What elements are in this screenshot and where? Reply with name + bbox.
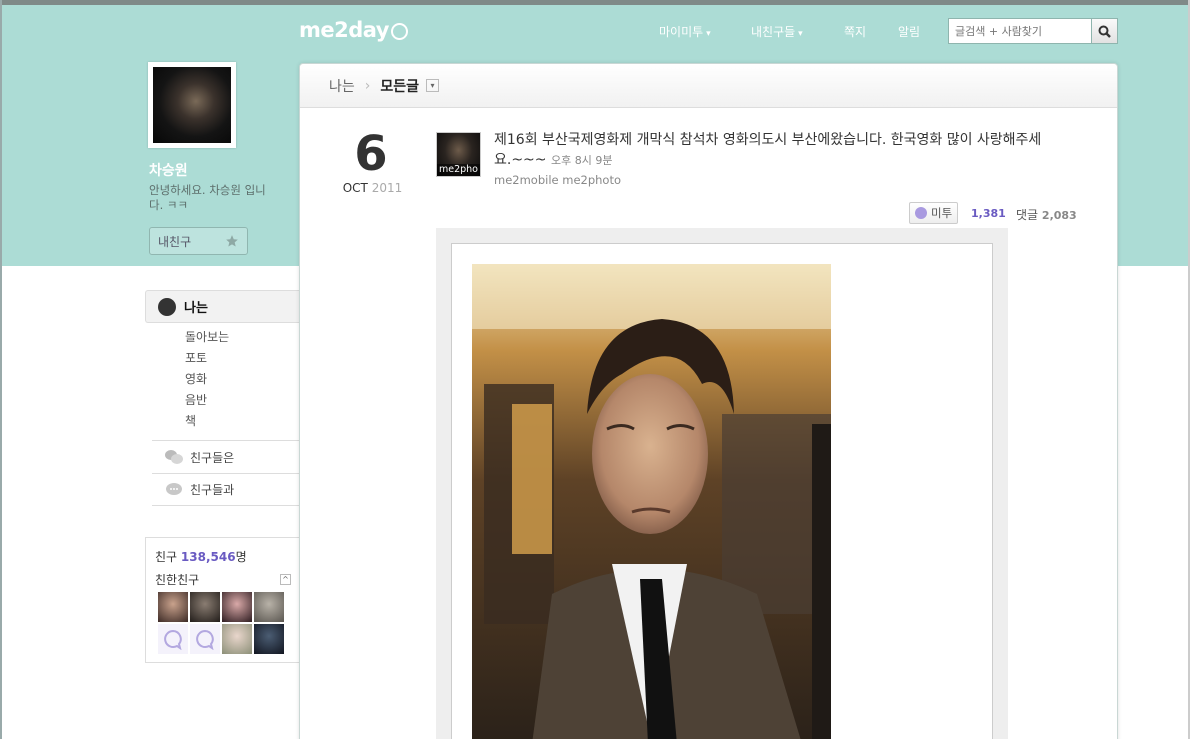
menu-main-label: 나는	[184, 301, 208, 316]
chat-bubble-icon	[164, 482, 184, 498]
main-panel: 나는 › 모든글 ▾ 6 OCT 2011 me2pho 제16회 부산국제영화…	[299, 63, 1118, 739]
nav-my-friends[interactable]: 내친구들 ▾	[751, 23, 803, 40]
search-input[interactable]	[948, 18, 1091, 44]
friend-avatar[interactable]	[222, 592, 252, 622]
breadcrumb-me[interactable]: 나는	[329, 76, 355, 96]
breadcrumb: 나는 › 모든글 ▾	[300, 64, 1117, 108]
logo-text: me2day	[299, 18, 389, 42]
post-body: 제16회 부산국제영화제 개막식 참석차 영화의도시 부산에왔습니다. 한국영화…	[494, 130, 1084, 171]
metoo-bubble-icon	[915, 207, 927, 219]
collapse-button[interactable]: ^	[280, 574, 291, 585]
post-author-avatar[interactable]: me2pho	[436, 132, 481, 177]
menu-item-friends-are[interactable]: 친구들은	[152, 440, 300, 473]
close-friends-label: 친한친구	[155, 573, 200, 587]
add-friend-button[interactable]: 내친구	[149, 227, 248, 255]
menu-sub-item-book[interactable]: 책	[185, 411, 300, 432]
menu-sub-item-photo[interactable]: 포토	[185, 348, 300, 369]
menu-sub-item-album[interactable]: 음반	[185, 390, 300, 411]
metoo-button[interactable]: 미투	[909, 202, 959, 224]
post-time[interactable]: 오후 8시 9분	[551, 154, 612, 167]
friend-avatar-placeholder[interactable]	[158, 624, 188, 654]
nav-label: 알림	[898, 25, 921, 39]
breadcrumb-dropdown-button[interactable]: ▾	[426, 79, 440, 92]
friend-avatar[interactable]	[254, 592, 284, 622]
logo-bubble-icon	[390, 22, 408, 40]
nav-label: 쪽지	[844, 25, 867, 39]
friend-button-label: 내친구	[158, 234, 192, 249]
star-icon	[226, 235, 238, 247]
nav-my-metoo[interactable]: 마이미투 ▾	[659, 23, 711, 40]
friend-count-label: 친구	[155, 550, 178, 564]
me2day-logo[interactable]: me2day	[299, 18, 408, 42]
menu-sub-list: 돌아보는 포토 영화 음반 책	[145, 327, 300, 432]
breadcrumb-all-posts[interactable]: 모든글	[380, 76, 419, 96]
menu-sub-item-look-back[interactable]: 돌아보는	[185, 327, 300, 348]
window-left-border	[0, 0, 2, 739]
chevron-right-icon: ›	[364, 77, 371, 94]
friend-count[interactable]: 친구 138,546명	[155, 548, 291, 565]
menu-item-me[interactable]: 나는	[145, 290, 300, 323]
chevron-down-icon: ▾	[798, 29, 803, 39]
search-button[interactable]	[1091, 18, 1118, 44]
search-box	[948, 18, 1118, 44]
friend-avatar[interactable]	[254, 624, 284, 654]
comment-count: 2,083	[1041, 209, 1077, 222]
post-date-day: 6	[354, 126, 387, 182]
profile-name[interactable]: 차승원	[149, 160, 188, 180]
profile-bio: 안녕하세요. 차승원 입니다. ㅋㅋ	[149, 183, 266, 212]
avatar-caption: me2pho	[437, 164, 480, 176]
post-month: OCT	[342, 181, 368, 195]
window-top-border	[0, 0, 1190, 5]
post-photo[interactable]	[472, 264, 831, 739]
profile-photo[interactable]	[148, 62, 236, 148]
side-menu: 나는 돌아보는 포토 영화 음반 책 친구들은 친구들과	[145, 290, 300, 506]
comments-link[interactable]: 댓글 2,083	[1016, 206, 1077, 223]
nav-label: 마이미투	[659, 25, 704, 39]
menu-row-label: 친구들과	[190, 483, 235, 497]
friend-avatar[interactable]	[158, 592, 188, 622]
menu-item-with-friends[interactable]: 친구들과	[152, 473, 300, 506]
friend-count-suffix: 명	[235, 550, 247, 564]
metoo-count[interactable]: 1,381	[971, 207, 1006, 220]
menu-sub-item-movie[interactable]: 영화	[185, 369, 300, 390]
post-year: 2011	[371, 181, 403, 195]
friends-box: 친구 138,546명 친한친구 ^	[145, 537, 300, 663]
nav-messages[interactable]: 쪽지	[844, 23, 866, 40]
speech-bubbles-icon	[164, 449, 184, 465]
comment-label: 댓글	[1016, 208, 1039, 222]
chevron-down-icon: ▾	[706, 29, 711, 39]
post-tags: me2mobile me2photo	[494, 173, 622, 187]
nav-notifications[interactable]: 알림	[898, 23, 920, 40]
metoo-label: 미투	[931, 206, 953, 220]
friend-count-value: 138,546	[180, 550, 236, 564]
profile-image	[153, 67, 231, 143]
me2day-bubble-icon	[164, 629, 182, 650]
close-friends-header: 친한친구 ^	[155, 571, 291, 588]
close-friends-thumbnails	[158, 592, 291, 654]
friend-avatar[interactable]	[222, 624, 252, 654]
nav-label: 내친구들	[751, 25, 796, 39]
search-icon	[1098, 25, 1111, 38]
menu-row-label: 친구들은	[190, 450, 235, 465]
post-photo-image	[472, 264, 831, 739]
friend-avatar[interactable]	[190, 592, 220, 622]
me-bubble-icon	[158, 297, 176, 316]
photo-frame	[436, 228, 1008, 739]
friend-avatar-placeholder[interactable]	[190, 624, 220, 654]
post-date-month: OCT 2011	[330, 181, 415, 195]
me2day-bubble-icon	[196, 629, 214, 650]
photo-card	[451, 243, 993, 739]
